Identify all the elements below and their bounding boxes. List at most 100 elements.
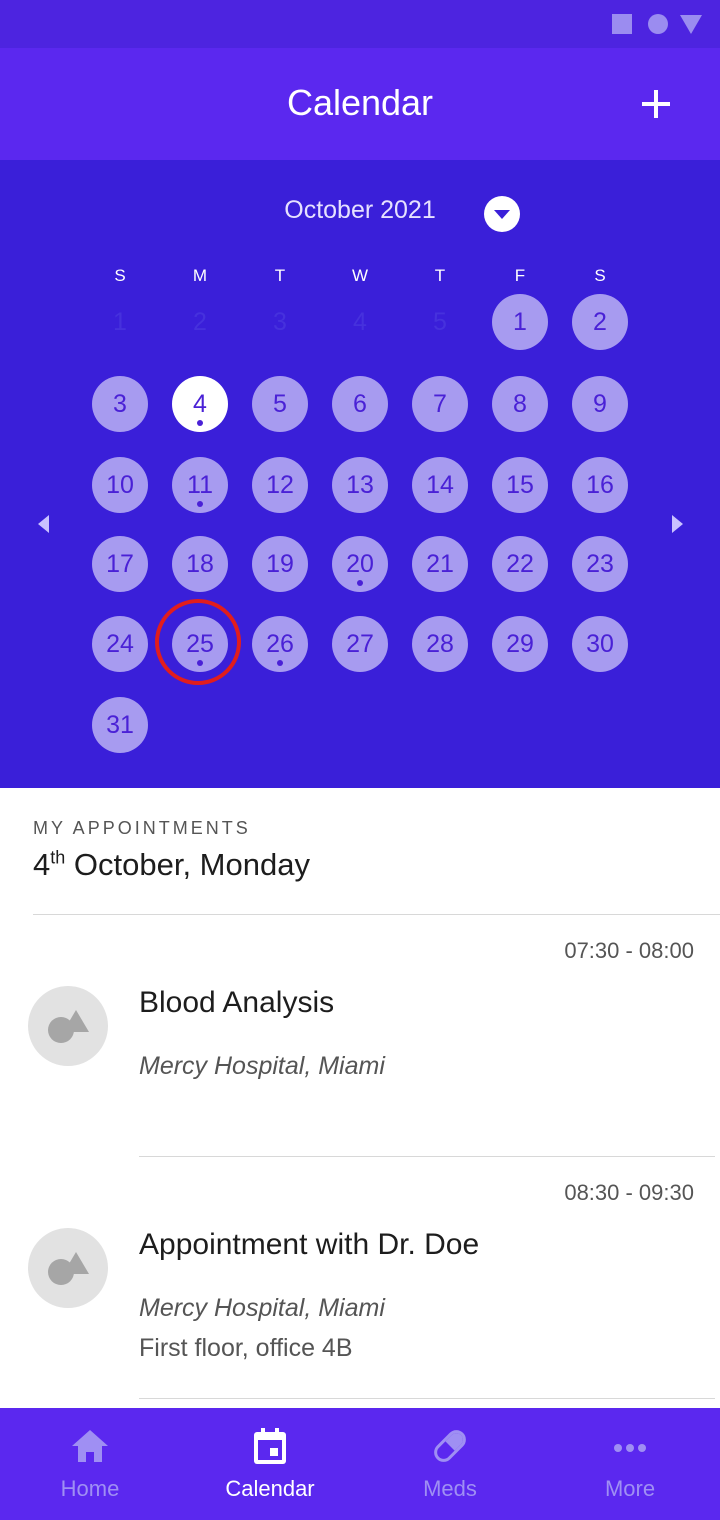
day-cell[interactable]: 9 [572,376,628,432]
day-number: 30 [586,630,614,658]
day-number: 20 [346,550,374,578]
appointment-type-icon [28,1228,108,1308]
day-cell[interactable]: 29 [492,616,548,672]
day-number: 19 [266,550,294,578]
day-cell[interactable]: 24 [92,616,148,672]
day-number: 13 [346,471,374,499]
day-cell[interactable]: 20 [332,536,388,592]
day-cell[interactable]: 13 [332,457,388,513]
appointment-room: First floor, office 4B [139,1334,353,1362]
day-cell[interactable]: 22 [492,536,548,592]
appointment-dot [197,660,203,666]
day-cell[interactable]: 11 [172,457,228,513]
app-bar: Calendar [0,48,720,160]
page-title: Calendar [286,82,434,123]
day-cell[interactable]: 30 [572,616,628,672]
day-cell-previous-month: 4 [353,308,367,336]
day-cell[interactable]: 4 [172,376,228,432]
weekday-label: F [514,266,526,285]
day-number: 15 [506,471,534,499]
day-cell[interactable]: 3 [92,376,148,432]
day-cell[interactable]: 16 [572,457,628,513]
day-number: 8 [513,390,527,418]
day-cell[interactable]: 6 [332,376,388,432]
day-number: 1 [513,308,527,336]
shapes-icon [48,1252,89,1285]
stop-icon [612,14,632,34]
day-number: 14 [426,471,454,499]
nav-label: Calendar [225,1476,315,1501]
appointment-card[interactable]: 07:30 - 08:00 Blood Analysis Mercy Hospi… [0,930,720,1156]
day-cell[interactable]: 18 [172,536,228,592]
home-icon [72,1430,108,1462]
divider [139,1398,715,1399]
section-label: MY APPOINTMENTS [33,818,251,838]
day-number: 26 [266,630,294,658]
day-cell[interactable]: 19 [252,536,308,592]
day-cell[interactable]: 21 [412,536,468,592]
day-cell[interactable]: 10 [92,457,148,513]
day-number: 12 [266,471,294,499]
day-number: 10 [106,471,134,499]
calendar-icon [254,1428,286,1464]
date-rest: October, Monday [65,847,310,882]
month-label[interactable]: October 2021 [260,196,460,225]
day-cell-previous-month: 2 [193,308,207,336]
day-number: 29 [506,630,534,658]
day-cell[interactable]: 27 [332,616,388,672]
weekday-label: T [274,266,286,285]
day-number: 21 [426,550,454,578]
nav-more[interactable]: More [540,1408,720,1520]
day-number: 25 [186,630,214,658]
month-dropdown-button[interactable] [484,196,520,232]
selected-date: 4th October, Monday [33,847,310,883]
day-number: 18 [186,550,214,578]
day-cell[interactable]: 23 [572,536,628,592]
appointment-card[interactable]: 08:30 - 09:30 Appointment with Dr. Doe M… [0,1172,720,1398]
appointment-dot [197,501,203,507]
nav-label: Home [60,1476,120,1501]
day-cell[interactable]: 12 [252,457,308,513]
day-cell[interactable]: 5 [252,376,308,432]
next-month-icon[interactable] [672,515,683,533]
day-number: 22 [506,550,534,578]
nav-meds[interactable]: Meds [360,1408,540,1520]
day-number: 23 [586,550,614,578]
add-icon[interactable] [636,84,676,124]
day-cell[interactable]: 17 [92,536,148,592]
nav-home[interactable]: Home [0,1408,180,1520]
appointment-type-icon [28,986,108,1066]
weekday-label: M [192,266,208,285]
day-cell-previous-month: 3 [273,308,287,336]
day-cell[interactable]: 1 [492,294,548,350]
circle-icon [648,14,668,34]
day-number: 4 [193,390,207,418]
caret-down-icon [494,210,510,219]
day-cell[interactable]: 7 [412,376,468,432]
appointment-dot [357,580,363,586]
date-day: 4 [33,847,51,882]
day-number: 27 [346,630,374,658]
previous-month-icon[interactable] [38,515,49,533]
weekday-label: S [594,266,606,285]
nav-calendar[interactable]: Calendar [180,1408,360,1520]
day-number: 28 [426,630,454,658]
day-cell[interactable]: 28 [412,616,468,672]
day-cell[interactable]: 31 [92,697,148,753]
day-cell[interactable]: 2 [572,294,628,350]
month-selector: October 2021 [0,196,720,236]
day-number: 7 [433,390,447,418]
triangle-icon [680,15,702,34]
bottom-navigation: Home Calendar Meds More [0,1408,720,1520]
day-cell[interactable]: 15 [492,457,548,513]
divider [139,1156,715,1157]
weekday-label: T [434,266,446,285]
day-number: 16 [586,471,614,499]
day-cell[interactable]: 14 [412,457,468,513]
day-cell[interactable]: 26 [252,616,308,672]
day-cell[interactable]: 25 [155,599,241,685]
pill-icon [434,1430,466,1462]
shapes-icon [48,1010,89,1043]
day-cell[interactable]: 8 [492,376,548,432]
status-bar [0,0,720,48]
